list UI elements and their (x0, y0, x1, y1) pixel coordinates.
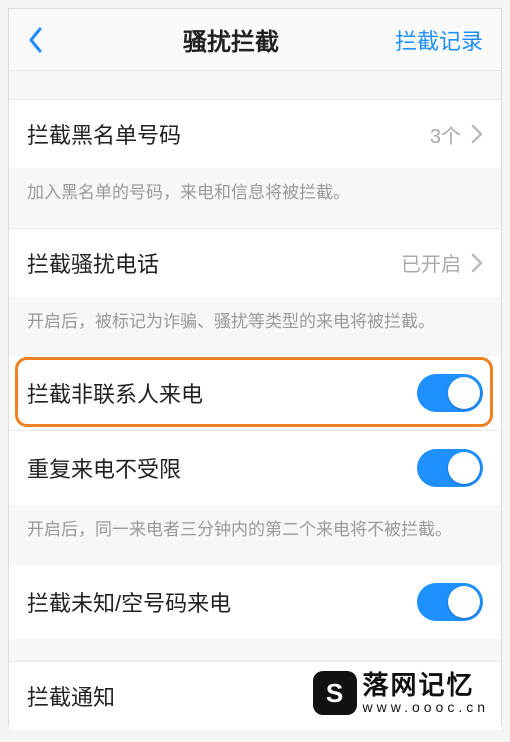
back-button[interactable] (27, 26, 67, 54)
toggle-unknown[interactable] (417, 583, 483, 621)
chevron-right-icon (471, 253, 483, 273)
row-repeat-label: 重复来电不受限 (27, 452, 181, 484)
watermark-url: www.oooc.cn (363, 700, 489, 714)
section-spacer (9, 639, 501, 661)
toggle-repeat[interactable] (417, 449, 483, 487)
row-harass[interactable]: 拦截骚扰电话 已开启 (9, 228, 501, 297)
row-blacklist-label: 拦截黑名单号码 (27, 118, 181, 150)
watermark-icon: S (313, 671, 357, 715)
chevron-right-icon (471, 124, 483, 144)
toggle-knob (448, 586, 480, 618)
back-chevron-icon (27, 26, 43, 54)
watermark-text: 落网记忆 www.oooc.cn (363, 672, 489, 714)
row-harass-desc: 开启后，被标记为诈骗、骚扰等类型的来电将被拦截。 (9, 297, 501, 357)
settings-page: 骚扰拦截 拦截记录 拦截黑名单号码 3个 加入黑名单的号码，来电和信息将被拦截。… (8, 8, 502, 726)
row-noncontact-label: 拦截非联系人来电 (27, 377, 203, 409)
navbar: 骚扰拦截 拦截记录 (9, 9, 501, 71)
section-spacer (9, 71, 501, 99)
row-harass-right: 已开启 (401, 248, 483, 277)
toggle-knob (448, 452, 480, 484)
row-blacklist[interactable]: 拦截黑名单号码 3个 (9, 99, 501, 168)
row-blacklist-right: 3个 (430, 120, 483, 149)
row-unknown: 拦截未知/空号码来电 (9, 565, 501, 639)
row-repeat-desc: 开启后，同一来电者三分钟内的第二个来电将不被拦截。 (9, 505, 501, 565)
row-harass-label: 拦截骚扰电话 (27, 247, 159, 279)
blocklist-history-link[interactable]: 拦截记录 (395, 24, 483, 56)
page-title: 骚扰拦截 (67, 22, 395, 57)
row-harass-value: 已开启 (401, 248, 461, 277)
watermark-title: 落网记忆 (363, 672, 489, 698)
row-notify-label: 拦截通知 (27, 680, 115, 712)
row-blacklist-desc: 加入黑名单的号码，来电和信息将被拦截。 (9, 168, 501, 228)
toggle-noncontact[interactable] (417, 374, 483, 412)
row-blacklist-value: 3个 (430, 120, 461, 149)
toggle-knob (448, 377, 480, 409)
row-noncontact: 拦截非联系人来电 (9, 356, 501, 430)
row-unknown-label: 拦截未知/空号码来电 (27, 586, 231, 618)
watermark: S 落网记忆 www.oooc.cn (309, 669, 493, 717)
row-repeat: 重复来电不受限 (9, 430, 501, 505)
